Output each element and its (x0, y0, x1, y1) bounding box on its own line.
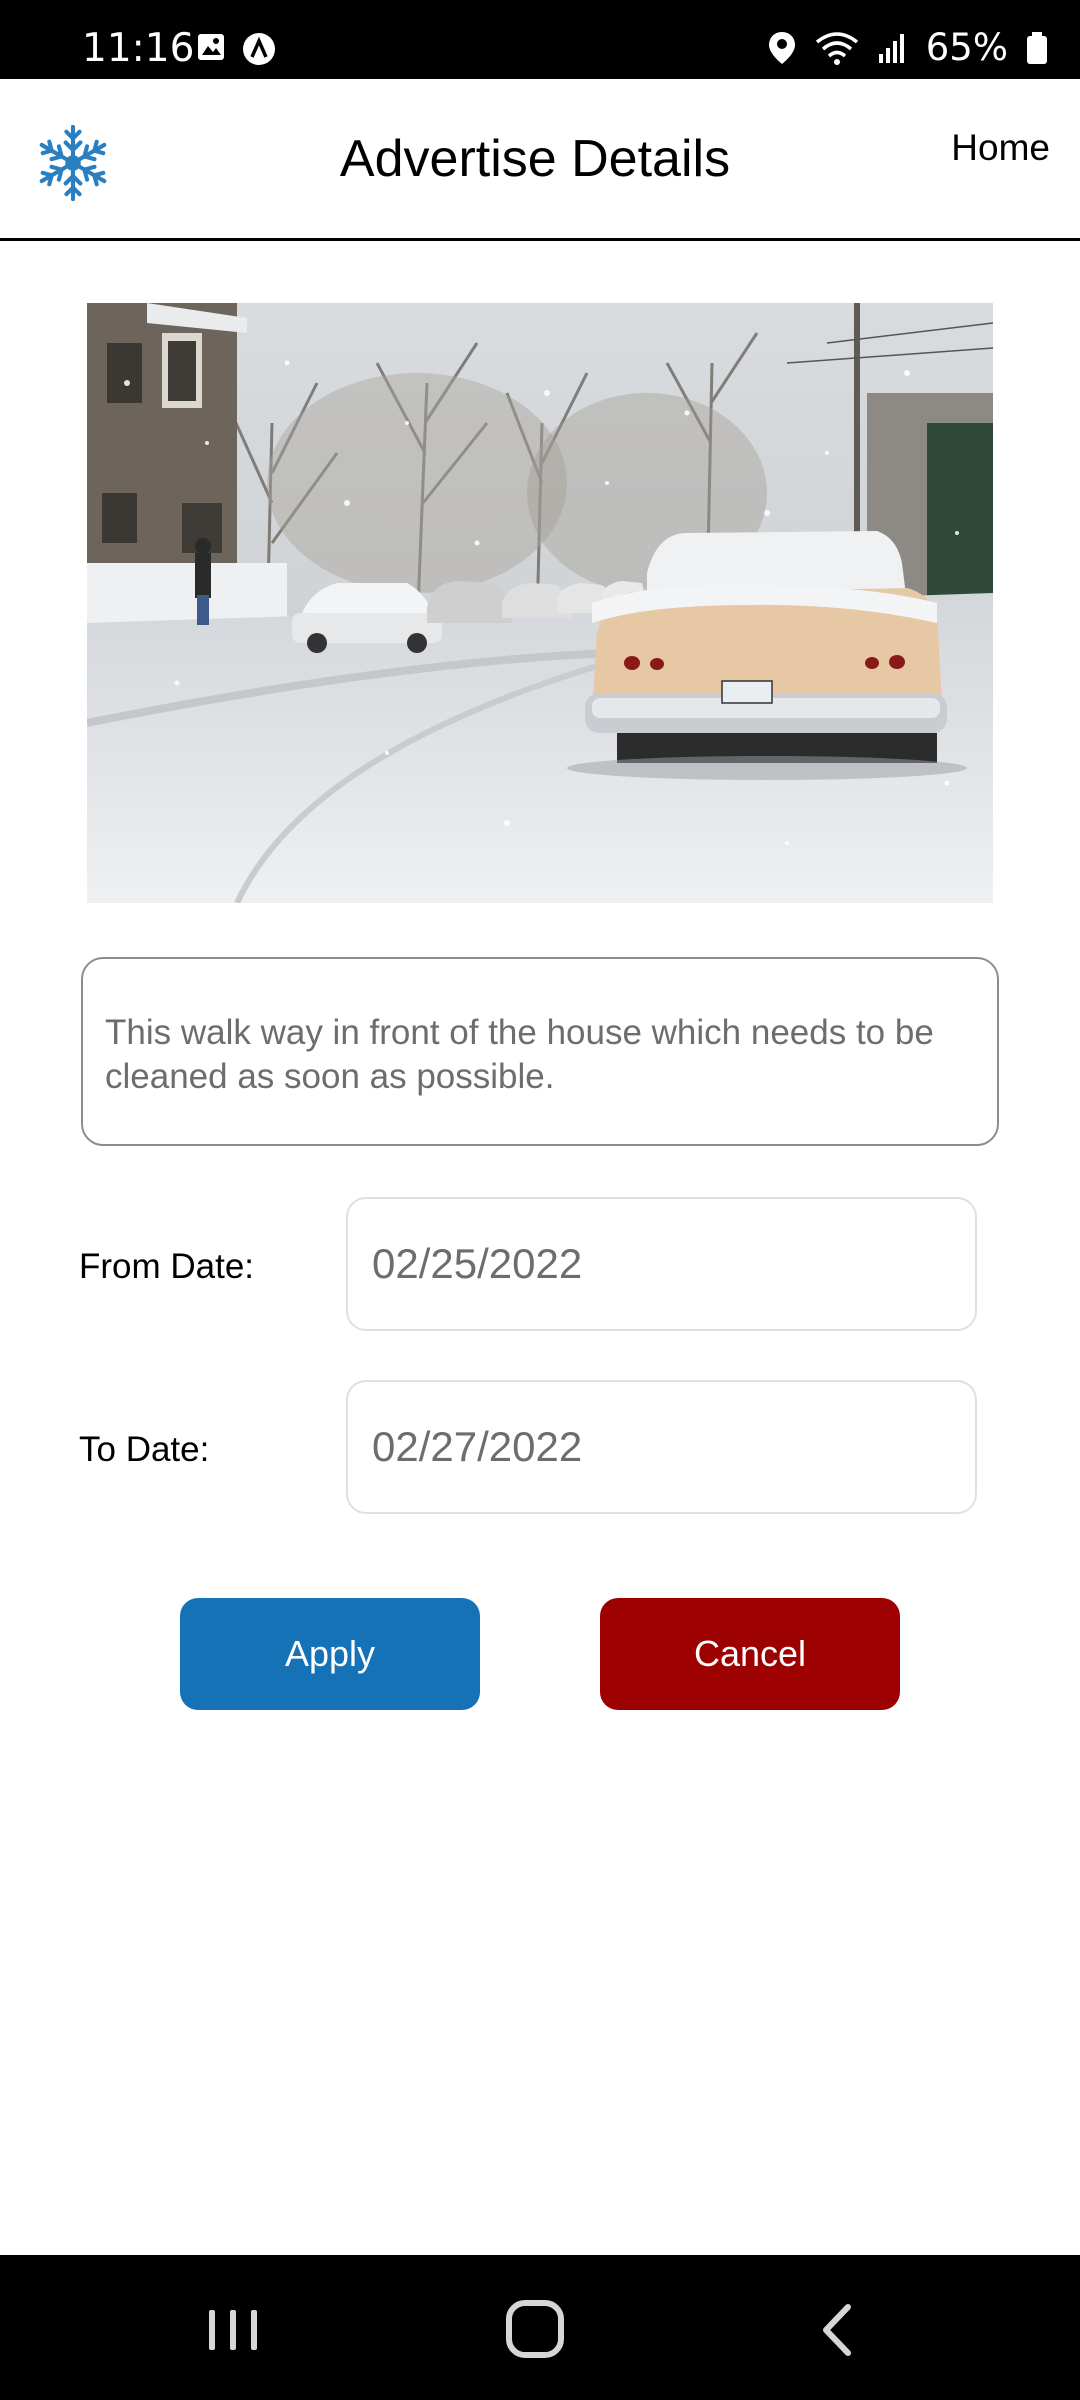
from-date-input[interactable] (346, 1197, 977, 1331)
from-date-label: From Date: (79, 1247, 255, 1286)
apply-button[interactable]: Apply (180, 1598, 480, 1710)
snowy-street-photo (87, 303, 993, 903)
status-bar: 11:16 65% (0, 0, 1080, 79)
back-icon[interactable] (798, 2295, 878, 2365)
recents-icon[interactable] (193, 2295, 273, 2365)
app-header: Advertise Details Home (0, 79, 1080, 241)
to-date-label: To Date: (79, 1430, 210, 1469)
page-title: Advertise Details (339, 130, 731, 188)
home-icon[interactable] (495, 2295, 575, 2365)
location-icon (768, 31, 795, 64)
home-link[interactable]: Home (951, 127, 1050, 169)
ad-photo (87, 303, 993, 903)
a-circle-icon (243, 33, 275, 65)
to-date-input[interactable] (346, 1380, 977, 1514)
signal-icon (878, 33, 904, 63)
description-box[interactable]: This walk way in front of the house whic… (81, 957, 999, 1146)
system-nav-bar (0, 2255, 1080, 2400)
cancel-button[interactable]: Cancel (600, 1598, 900, 1710)
image-icon (198, 34, 224, 60)
battery-percent: 65% (925, 26, 1008, 69)
wifi-icon (815, 31, 858, 65)
status-time: 11:16 (82, 26, 195, 71)
battery-icon (1027, 31, 1047, 64)
